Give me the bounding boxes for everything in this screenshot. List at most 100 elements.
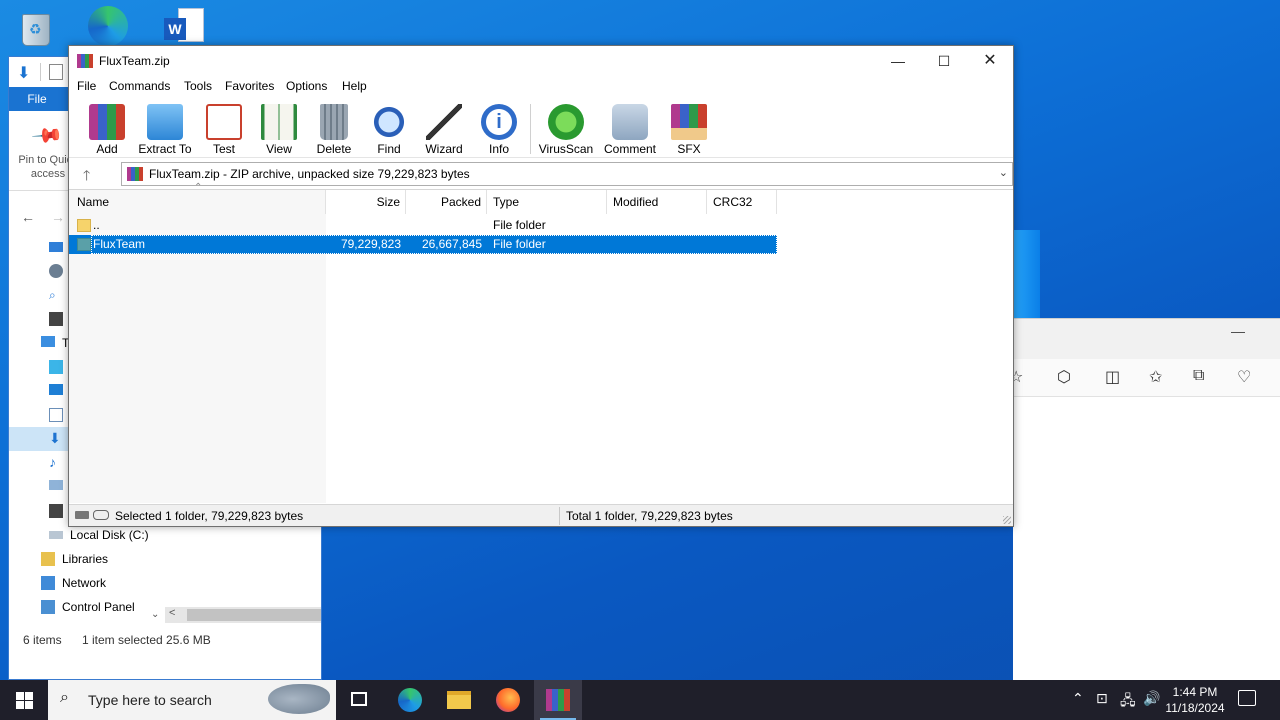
find-button[interactable]: Find [359, 102, 419, 156]
info-icon: i [481, 104, 517, 140]
status-total: Total 1 folder, 79,229,823 bytes [566, 509, 733, 523]
column-header-modified[interactable]: Modified [607, 190, 707, 214]
add-archive-icon [89, 104, 125, 140]
favorites-icon[interactable]: ✩ [1149, 367, 1162, 387]
browser-essentials-icon[interactable]: ♡ [1237, 367, 1251, 387]
recycle-bin-icon[interactable] [14, 8, 58, 48]
edge-desktop-icon[interactable] [88, 6, 132, 46]
comment-button[interactable]: Comment [600, 102, 660, 156]
network-tray-icon[interactable]: 🖧 [1120, 690, 1136, 714]
control-panel-icon [41, 600, 55, 614]
table-row-parent[interactable]: .. File folder [69, 216, 777, 235]
minimize-button[interactable]: — [875, 46, 921, 76]
collections-icon[interactable]: ⧉ [1193, 367, 1204, 385]
menu-options[interactable]: Options [286, 79, 327, 93]
column-header-crc32[interactable]: CRC32 [707, 190, 777, 214]
add-button[interactable]: Add [77, 102, 137, 156]
lock-drive-icon[interactable] [93, 510, 109, 520]
horizontal-scrollbar[interactable]: < [165, 607, 321, 623]
search-highlight-image [268, 684, 330, 714]
meet-now-icon[interactable]: ⊡ [1096, 690, 1108, 707]
taskbar-firefox[interactable] [484, 680, 532, 720]
tree-scroll-down[interactable]: ⌄ [149, 597, 163, 623]
properties-icon[interactable] [49, 64, 63, 80]
winrar-window: FluxTeam.zip — ☐ ✕ File Commands Tools F… [68, 45, 1014, 527]
window-title: FluxTeam.zip [99, 54, 170, 68]
taskbar-file-explorer[interactable] [434, 680, 482, 720]
taskbar-winrar[interactable] [534, 680, 582, 720]
word-document-icon[interactable]: W [164, 8, 208, 48]
extract-to-button[interactable]: Extract To [135, 102, 195, 156]
sfx-button[interactable]: SFX [659, 102, 719, 156]
taskbar-search-box[interactable]: ⌕ Type here to search [48, 680, 336, 720]
folder-icon [447, 691, 471, 709]
download-arrow-icon[interactable]: ⬇ [17, 63, 30, 83]
winrar-app-icon[interactable] [77, 54, 93, 68]
menu-help[interactable]: Help [342, 79, 367, 93]
network-icon [41, 576, 55, 590]
split-screen-icon[interactable]: ◫ [1105, 367, 1120, 387]
info-button[interactable]: i Info [469, 102, 529, 156]
sfx-box-icon [671, 104, 707, 140]
table-row-fluxteam[interactable]: FluxTeam 79,229,823 26,667,845 File fold… [69, 235, 777, 254]
search-placeholder: Type here to search [88, 692, 212, 708]
taskbar-edge[interactable] [386, 680, 434, 720]
clock[interactable]: 1:44 PM 11/18/2024 [1160, 684, 1230, 716]
tree-item-network[interactable]: Network [9, 571, 159, 595]
column-header-size[interactable]: Size [326, 190, 406, 214]
forward-arrow-icon[interactable]: → [51, 209, 65, 225]
wizard-button[interactable]: Wizard [414, 102, 474, 156]
libraries-icon [41, 552, 55, 566]
test-clipboard-icon [206, 104, 242, 140]
archive-path-field[interactable]: FluxTeam.zip - ZIP archive, unpacked siz… [121, 162, 1013, 186]
resize-grip[interactable] [1003, 516, 1011, 524]
tree-item-control-panel[interactable]: Control Panel [9, 595, 159, 619]
task-view-button[interactable] [336, 680, 384, 720]
drive-icon[interactable] [75, 511, 89, 519]
edge-toolbar: ☆ ⬡ ◫ ✩ ⧉ ♡ [1009, 359, 1280, 397]
search-icon: ⌕ [60, 689, 69, 706]
column-header-name[interactable]: Name [69, 190, 326, 214]
virusscan-button[interactable]: VirusScan [536, 102, 596, 156]
column-header-type[interactable]: Type [487, 190, 607, 214]
notification-icon[interactable] [1238, 690, 1256, 706]
tree-item-libraries[interactable]: Libraries [9, 547, 159, 571]
taskbar: ⌕ Type here to search ⌃ ⊡ 🖧 🔊 1:44 PM 11… [0, 680, 1280, 720]
file-tab[interactable]: File [9, 87, 65, 111]
pin-icon[interactable]: 📌 [30, 118, 65, 153]
start-button[interactable] [0, 680, 48, 720]
close-button[interactable]: ✕ [967, 46, 1013, 76]
toolbar: Add Extract To Test View Delete Find Wiz… [69, 98, 1013, 158]
explorer-status-bar: 6 items 1 item selected 25.6 MB [23, 633, 211, 647]
maximize-button[interactable]: ☐ [921, 46, 967, 76]
edge-icon [398, 688, 422, 712]
title-bar[interactable]: FluxTeam.zip — ☐ ✕ [69, 46, 1013, 76]
status-selected: Selected 1 folder, 79,229,823 bytes [115, 509, 304, 523]
view-button[interactable]: View [249, 102, 309, 156]
minimize-icon[interactable]: — [1231, 323, 1245, 339]
clock-time: 1:44 PM [1172, 685, 1218, 699]
edge-title-bar: — [1013, 319, 1280, 359]
clock-date: 11/18/2024 [1165, 701, 1225, 715]
scroll-left-icon[interactable]: < [169, 607, 175, 619]
column-header-packed[interactable]: Packed [406, 190, 487, 214]
show-hidden-icons-icon[interactable]: ⌃ [1072, 690, 1084, 707]
menu-commands[interactable]: Commands [109, 79, 170, 93]
magnifier-icon [371, 104, 407, 140]
folder-icon [77, 238, 91, 251]
chevron-down-icon[interactable]: ⌄ [999, 166, 1008, 179]
menu-tools[interactable]: Tools [184, 79, 212, 93]
menu-bar: File Commands Tools Favorites Options He… [69, 76, 1013, 98]
extensions-icon[interactable]: ⬡ [1057, 367, 1071, 387]
back-arrow-icon[interactable]: ← [21, 209, 35, 225]
volume-icon[interactable]: 🔊 [1143, 690, 1160, 707]
firefox-icon [496, 688, 520, 712]
file-list: ⌃ Name Size Packed Type Modified CRC32 .… [69, 182, 1013, 503]
menu-favorites[interactable]: Favorites [225, 79, 274, 93]
winrar-icon [546, 689, 570, 711]
up-one-level-icon[interactable]: 🡑 [83, 165, 90, 189]
virus-scan-icon [548, 104, 584, 140]
test-button[interactable]: Test [194, 102, 254, 156]
delete-button[interactable]: Delete [304, 102, 364, 156]
menu-file[interactable]: File [77, 79, 96, 93]
